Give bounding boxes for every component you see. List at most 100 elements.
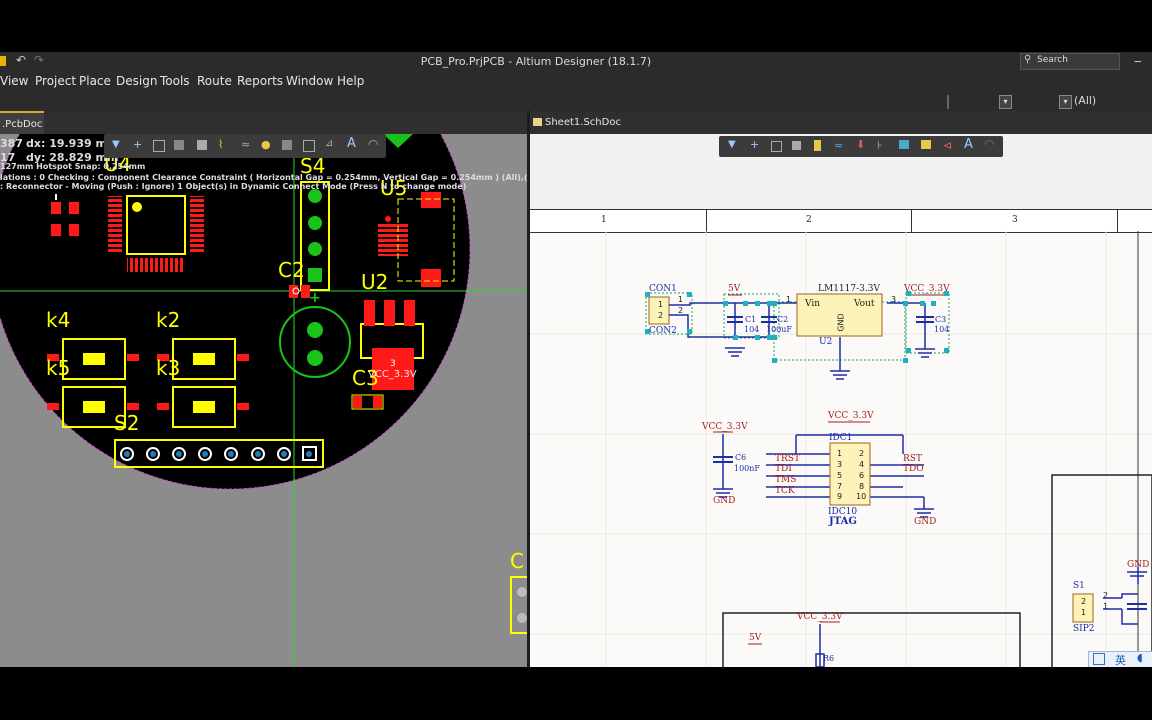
schematic-canvas[interactable] bbox=[530, 134, 1152, 667]
search-box[interactable]: ⚲ Search bbox=[1020, 53, 1120, 70]
designator-c2[interactable]: C2 bbox=[278, 258, 305, 282]
net-rst[interactable]: RST bbox=[903, 454, 922, 464]
pcb-active-bar: ▼ + ⌇ ≈ ● ⊿ A ◠ bbox=[104, 134, 386, 158]
net-vcc-block[interactable]: VCC_3.3V bbox=[797, 612, 843, 622]
search-icon: ⚲ bbox=[1024, 54, 1032, 65]
dropdown-1[interactable]: ▾ bbox=[999, 95, 1012, 109]
s1-pin-1: 1 bbox=[1081, 608, 1087, 617]
designator-k2[interactable]: k2 bbox=[156, 308, 180, 332]
hud-left-1: 387 bbox=[0, 137, 23, 150]
sheet-block-right bbox=[1051, 474, 1152, 667]
designator-c-partial[interactable]: C bbox=[510, 549, 524, 573]
menu-tools[interactable]: Tools bbox=[160, 74, 190, 88]
net-tdo[interactable]: TDO bbox=[903, 464, 924, 474]
net-tck[interactable]: TCK bbox=[775, 486, 795, 496]
designator-k3[interactable]: k3 bbox=[156, 356, 180, 380]
filter-icon[interactable]: ▼ bbox=[112, 139, 120, 150]
minimize-icon[interactable]: ‒ bbox=[1134, 54, 1142, 68]
jtag-pin-3: 3 bbox=[837, 460, 843, 469]
schematic-editor[interactable]: ▼ + ≈ ⬇ ⊦ ⊲ A ◠ 1 2 3 CON1 CON2 1 2 1 2 … bbox=[530, 134, 1152, 667]
jtag-pin-8: 8 bbox=[859, 482, 865, 491]
c2-val: 100uF bbox=[766, 325, 792, 334]
c6-ref[interactable]: C6 bbox=[735, 453, 746, 462]
partial-part bbox=[510, 576, 527, 634]
jtag-pin-6: 6 bbox=[859, 471, 865, 480]
con-pin-2: 2 bbox=[658, 311, 664, 320]
diff-pair-icon[interactable]: ≈ bbox=[241, 138, 250, 151]
menu-route[interactable]: Route bbox=[197, 74, 232, 88]
menu-place[interactable]: Place bbox=[79, 74, 111, 88]
ime-tool-icon[interactable] bbox=[1093, 653, 1105, 665]
select-rect-icon[interactable] bbox=[153, 140, 165, 152]
u5-pin1-marker bbox=[385, 216, 391, 222]
ime-mode-label[interactable]: 英 bbox=[1115, 652, 1126, 667]
pcb-canvas[interactable]: + bbox=[0, 134, 527, 667]
text-icon[interactable]: A bbox=[347, 136, 356, 151]
menu-view[interactable]: View bbox=[0, 74, 28, 88]
designator-k5[interactable]: k5 bbox=[46, 356, 70, 380]
net-tms[interactable]: TMS bbox=[775, 475, 796, 485]
menu-project[interactable]: Project bbox=[35, 74, 76, 88]
net-vcc-regulator[interactable]: VCC_3.3V bbox=[904, 284, 950, 294]
c1-ref[interactable]: C1 bbox=[745, 315, 756, 324]
menu-reports[interactable]: Reports bbox=[237, 74, 283, 88]
fill-icon[interactable] bbox=[282, 140, 292, 150]
polygon-icon[interactable] bbox=[303, 140, 315, 152]
filter-dropdown[interactable]: ▾ bbox=[1059, 95, 1072, 109]
s1-part: SIP2 bbox=[1073, 624, 1095, 634]
gnd-label-s1: GND bbox=[1127, 560, 1150, 570]
jtag-pin-9: 9 bbox=[837, 492, 843, 501]
s1-pin-num-2: 2 bbox=[1103, 591, 1109, 600]
menu-design[interactable]: Design bbox=[116, 74, 157, 88]
c1-val: 104 bbox=[744, 325, 760, 334]
regulator-pin1: 1 bbox=[786, 295, 792, 304]
jtag-pin-4: 4 bbox=[859, 460, 865, 469]
regulator-vout: Vout bbox=[854, 299, 875, 309]
regulator-gnd-pin: GND bbox=[836, 313, 846, 332]
pcb-editor[interactable]: + U4 S4 U5 C2 U2 k4 k2 k5 k3 C3 S2 C VCC… bbox=[0, 134, 527, 667]
tab-schdoc[interactable]: Sheet1.SchDoc * bbox=[533, 111, 625, 151]
route-icon[interactable]: ⌇ bbox=[218, 138, 223, 151]
menu-window[interactable]: Window bbox=[286, 74, 333, 88]
designator-u2[interactable]: U2 bbox=[361, 270, 388, 294]
r6-ref[interactable]: R6 bbox=[823, 654, 834, 663]
con-pin-1: 1 bbox=[658, 300, 664, 309]
net-tdi[interactable]: TDI bbox=[775, 464, 792, 474]
c3-val: 104 bbox=[934, 325, 950, 334]
net-5v-block[interactable]: 5V bbox=[749, 633, 761, 643]
document-icon bbox=[533, 118, 542, 126]
regulator-pin3: 3 bbox=[891, 295, 897, 304]
net-vcc-c6[interactable]: VCC_3.3V bbox=[702, 422, 748, 432]
s1-pin-2: 2 bbox=[1081, 597, 1087, 606]
c2-ref[interactable]: C2 bbox=[777, 315, 788, 324]
con1-ref[interactable]: CON1 bbox=[649, 284, 677, 294]
u4-pin1-marker bbox=[132, 202, 142, 212]
align-icon[interactable] bbox=[174, 140, 184, 150]
designator-k4[interactable]: k4 bbox=[46, 308, 70, 332]
title-bar: ↶ ↷ PCB_Pro.PrjPCB - Altium Designer (18… bbox=[0, 52, 1152, 71]
gnd-label-jtag: GND bbox=[914, 517, 937, 527]
add-icon[interactable]: + bbox=[133, 138, 142, 151]
net-trst[interactable]: TRST bbox=[775, 454, 800, 464]
jtag-ref[interactable]: IDC1 bbox=[829, 433, 852, 443]
gnd-label-c6: GND bbox=[713, 496, 736, 506]
jtag-pin-5: 5 bbox=[837, 471, 843, 480]
con2-ref[interactable]: CON2 bbox=[649, 326, 677, 336]
arc-icon[interactable]: ◠ bbox=[368, 137, 378, 151]
regulator-name[interactable]: LM1117-3.3V bbox=[818, 284, 880, 294]
tab-pcbdoc[interactable]: .PcbDoc * bbox=[0, 111, 44, 153]
c3-ref[interactable]: C3 bbox=[935, 315, 946, 324]
s1-ref[interactable]: S1 bbox=[1073, 581, 1085, 591]
ime-toolbar[interactable]: 英 ◖ bbox=[1088, 651, 1152, 667]
net-5v[interactable]: 5V bbox=[728, 284, 740, 294]
menu-help[interactable]: Help bbox=[337, 74, 364, 88]
separator bbox=[947, 95, 949, 109]
component-icon[interactable] bbox=[197, 140, 207, 150]
dimension-icon[interactable]: ⊿ bbox=[325, 138, 333, 149]
ime-half-icon[interactable]: ◖ bbox=[1137, 651, 1143, 664]
net-vcc-jtag[interactable]: VCC_3.3V bbox=[828, 411, 874, 421]
hud-violations: lations : 0 Checking : Component Clearan… bbox=[0, 173, 527, 182]
designator-s2[interactable]: S2 bbox=[114, 411, 139, 435]
regulator-ref[interactable]: U2 bbox=[819, 337, 832, 347]
via-icon[interactable]: ● bbox=[261, 138, 271, 151]
